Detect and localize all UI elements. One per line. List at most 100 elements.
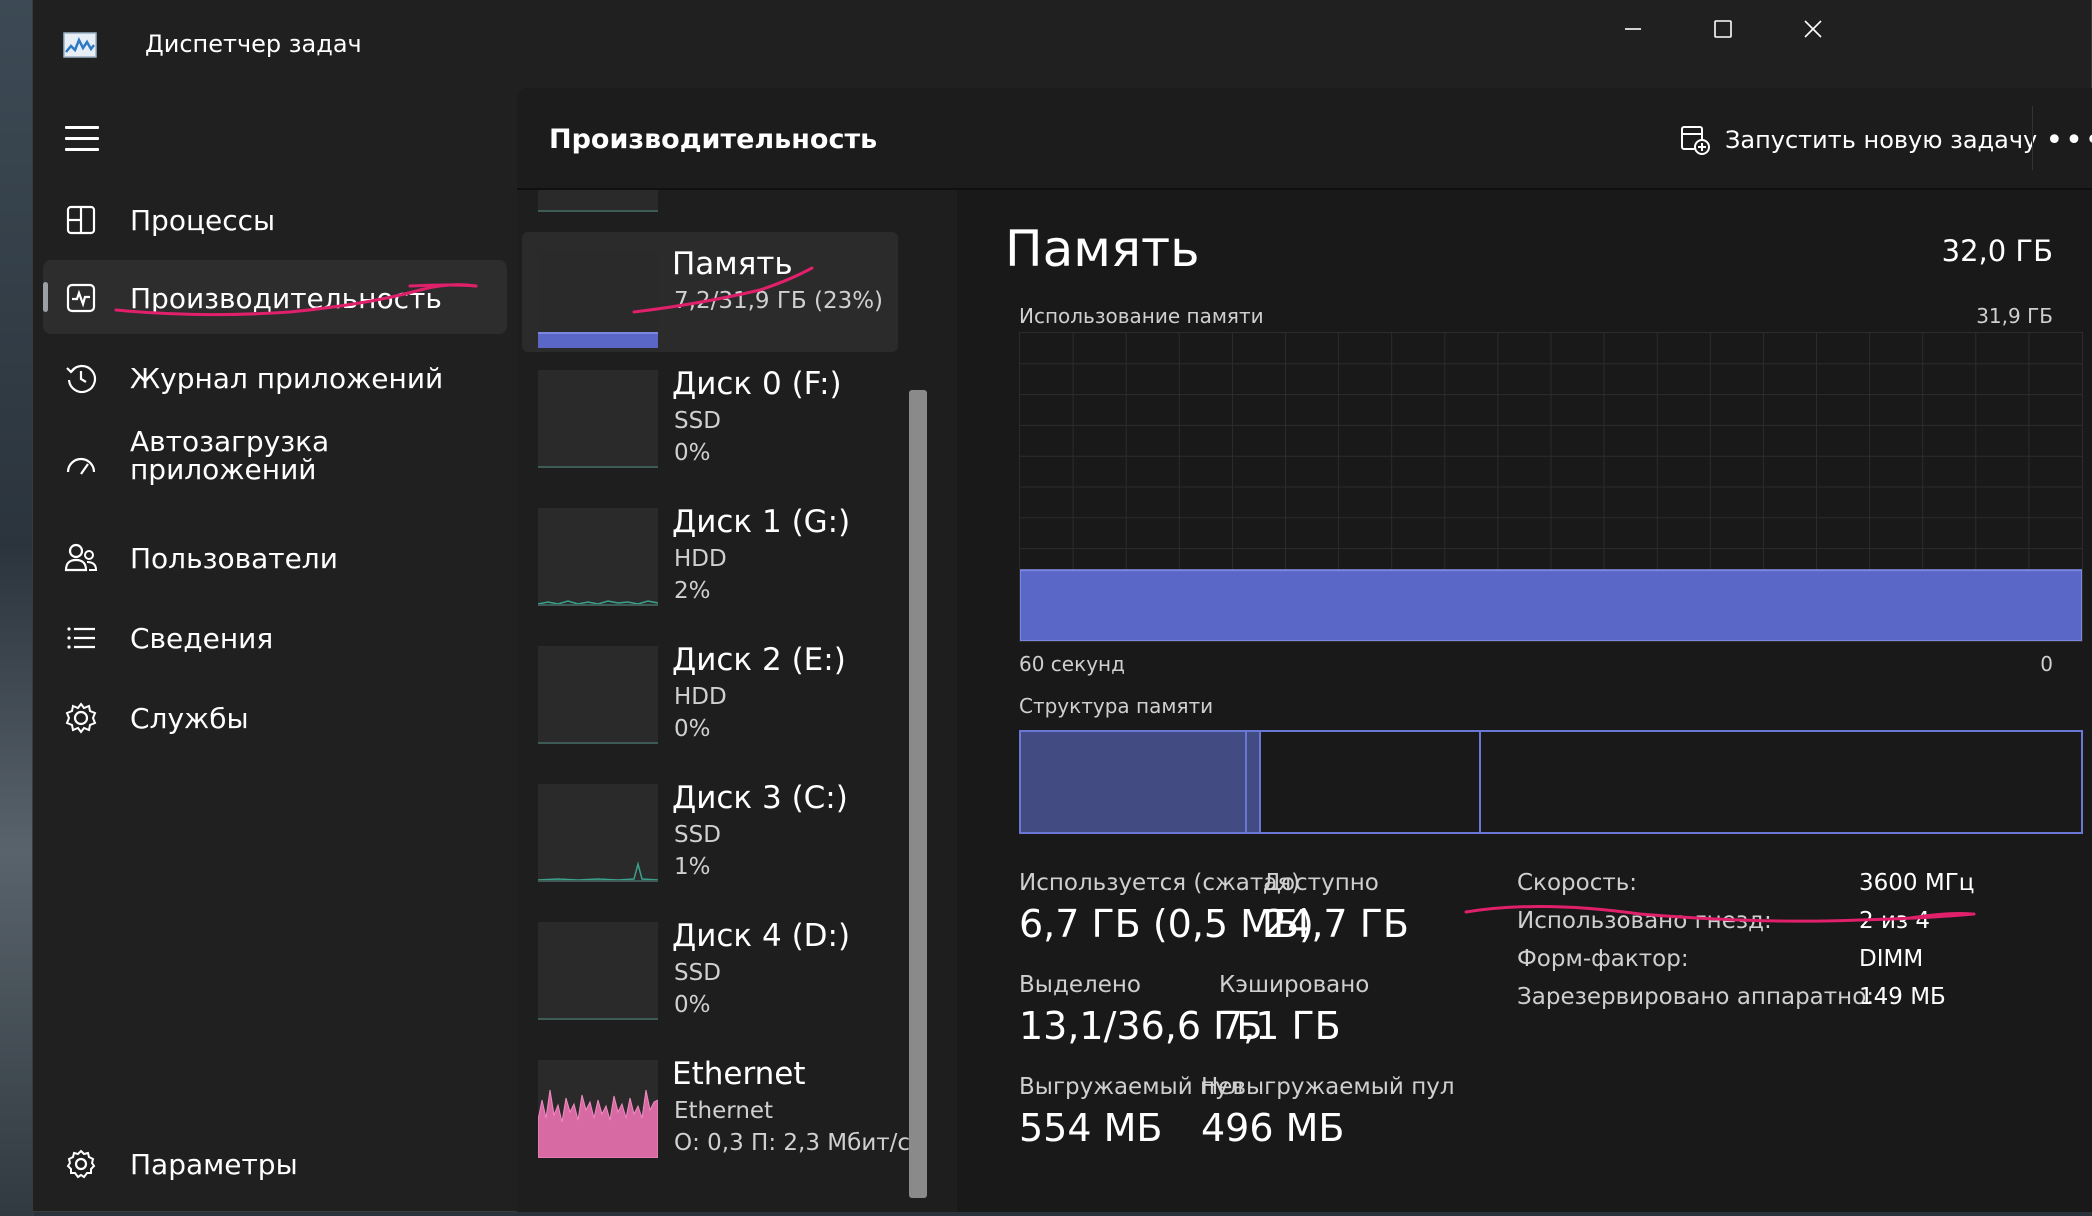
memory-thumbnail-graph: [538, 250, 658, 348]
nav-item-label: Службы: [130, 702, 249, 735]
list-item-memory[interactable]: Память 7,2/31,9 ГБ (23%): [522, 232, 898, 352]
list-item-subtitle: SSD: [674, 960, 721, 986]
list-item-disk3[interactable]: Диск 3 (C:) SSD 1%: [522, 766, 898, 886]
structure-standby-divider: [1479, 732, 1481, 832]
nav-item-label: Пользователи: [130, 542, 338, 575]
list-item-cpu-partial[interactable]: [522, 190, 898, 216]
list-item-disk2[interactable]: Диск 2 (E:) HDD 0%: [522, 628, 898, 748]
stat-paged-value: 554 МБ: [1019, 1106, 1163, 1150]
list-item-value: О: 0,3 П: 2,3 Мбит/с: [674, 1130, 911, 1156]
task-manager-window: Диспетчер задач Процессы Производительно…: [32, 0, 2092, 1212]
list-item-ethernet[interactable]: Ethernet Ethernet О: 0,3 П: 2,3 Мбит/с: [522, 1042, 910, 1162]
list-item-value: 0%: [674, 992, 711, 1018]
title-bar: Диспетчер задач: [33, 0, 2091, 90]
list-item-disk4[interactable]: Диск 4 (D:) SSD 0%: [522, 904, 898, 1024]
stat-cached-value: 7,1 ГБ: [1219, 1004, 1341, 1048]
disk0-thumbnail-graph: [538, 370, 658, 468]
list-item-disk0[interactable]: Диск 0 (F:) SSD 0%: [522, 352, 898, 472]
list-item-value: 2%: [674, 578, 711, 604]
new-task-icon: [1681, 126, 1710, 155]
memory-structure-bar: [1019, 730, 2083, 834]
list-item-value: 0%: [674, 716, 711, 742]
page-title: Производительность: [549, 124, 878, 155]
nav-item-details[interactable]: Сведения: [43, 600, 507, 674]
list-item-title: Диск 3 (C:): [672, 780, 848, 816]
disk2-thumbnail-graph: [538, 646, 658, 744]
close-button[interactable]: [1783, 14, 1843, 44]
graph-axis-left: 60 секунд: [1019, 652, 1125, 676]
spec-slots-label: Использовано гнезд:: [1517, 908, 1772, 934]
nav-item-startup-apps[interactable]: Автозагрузка приложений: [43, 420, 507, 516]
disk1-thumbnail-graph: [538, 508, 658, 606]
minimize-button[interactable]: [1603, 14, 1663, 44]
users-icon: [64, 543, 98, 572]
nav-item-services[interactable]: Службы: [43, 680, 507, 754]
stat-committed-label: Выделено: [1019, 972, 1141, 998]
spec-form-label: Форм-фактор:: [1517, 946, 1689, 972]
list-item-subtitle: SSD: [674, 408, 721, 434]
spec-reserved-label: Зарезервировано аппаратно:: [1517, 984, 1875, 1010]
navigation-pane: Процессы Производительность Журнал прило…: [33, 90, 521, 1212]
list-item-subtitle: HDD: [674, 546, 727, 572]
run-new-task-label: Запустить новую задачу: [1725, 126, 2038, 154]
list-scrollbar[interactable]: [909, 390, 927, 1198]
desktop-background: [0, 0, 34, 1216]
more-options-icon[interactable]: •••: [2045, 120, 2092, 160]
maximize-button[interactable]: [1693, 14, 1753, 44]
content-header: Производительность Запустить новую задач…: [517, 88, 2092, 190]
structure-modified: [1245, 732, 1261, 832]
stat-available-value: 24,7 ГБ: [1263, 902, 1409, 946]
list-item-subtitle: 7,2/31,9 ГБ (23%): [674, 288, 884, 314]
nav-item-label: Автозагрузка приложений: [130, 425, 330, 486]
details-list-icon: [67, 627, 95, 649]
nav-item-label: Производительность: [130, 282, 442, 315]
nav-item-app-history[interactable]: Журнал приложений: [43, 340, 507, 414]
memory-detail-pane: Память 32,0 ГБ Использование памяти 31,9…: [961, 190, 2092, 1212]
hamburger-menu-icon[interactable]: [65, 126, 99, 154]
list-item-title: Диск 2 (E:): [672, 642, 846, 678]
stat-nonpaged-value: 496 МБ: [1201, 1106, 1345, 1150]
memory-total: 32,0 ГБ: [1941, 234, 2053, 268]
window-title: Диспетчер задач: [145, 30, 362, 58]
list-item-title: Диск 1 (G:): [672, 504, 851, 540]
run-new-task-button[interactable]: Запустить новую задачу: [1679, 120, 2037, 160]
task-manager-app-icon: [63, 32, 97, 58]
header-divider: [2032, 106, 2033, 170]
disk1-activity-line: [538, 600, 658, 604]
nav-item-users[interactable]: Пользователи: [43, 520, 507, 594]
settings-gear-icon: [66, 1149, 96, 1179]
processes-icon: [66, 205, 96, 235]
spec-form-value: DIMM: [1859, 946, 1924, 972]
performance-list: Память 7,2/31,9 ГБ (23%) Диск 0 (F:) SSD…: [517, 190, 957, 1212]
ethernet-thumbnail-graph: [538, 1060, 658, 1158]
memory-usage-max: 31,9 ГБ: [1976, 304, 2053, 328]
list-item-value: 1%: [674, 854, 711, 880]
spec-slots-value: 2 из 4: [1859, 908, 1931, 934]
structure-in-use: [1021, 732, 1245, 832]
memory-usage-graph: [1019, 332, 2083, 642]
memory-usage-label: Использование памяти: [1019, 304, 1264, 328]
memory-usage-fill: [1020, 569, 2082, 641]
cpu-thumbnail-graph: [538, 190, 658, 212]
nav-item-settings[interactable]: Параметры: [43, 1126, 507, 1200]
list-item-subtitle: HDD: [674, 684, 727, 710]
list-item-title: Память: [672, 246, 793, 282]
stat-used-label: Используется (сжатая): [1019, 870, 1301, 896]
performance-icon: [66, 283, 96, 313]
disk4-thumbnail-graph: [538, 922, 658, 1020]
list-item-title: Диск 4 (D:): [672, 918, 851, 954]
startup-speedometer-icon: [66, 457, 96, 475]
list-item-disk1[interactable]: Диск 1 (G:) HDD 2%: [522, 490, 898, 610]
history-icon: [66, 364, 97, 394]
list-item-title: Диск 0 (F:): [672, 366, 842, 402]
spec-speed-label: Скорость:: [1517, 870, 1638, 896]
list-item-subtitle: SSD: [674, 822, 721, 848]
spec-speed-value: 3600 МГц: [1859, 870, 1975, 896]
nav-item-performance[interactable]: Производительность: [43, 260, 507, 334]
ethernet-activity-area: [538, 1089, 658, 1158]
content-area: Производительность Запустить новую задач…: [517, 88, 2092, 1212]
nav-item-processes[interactable]: Процессы: [43, 182, 507, 256]
services-gear-icon: [65, 702, 97, 734]
memory-thumbnail-fill: [538, 332, 658, 348]
stat-cached-label: Кэшировано: [1219, 972, 1370, 998]
